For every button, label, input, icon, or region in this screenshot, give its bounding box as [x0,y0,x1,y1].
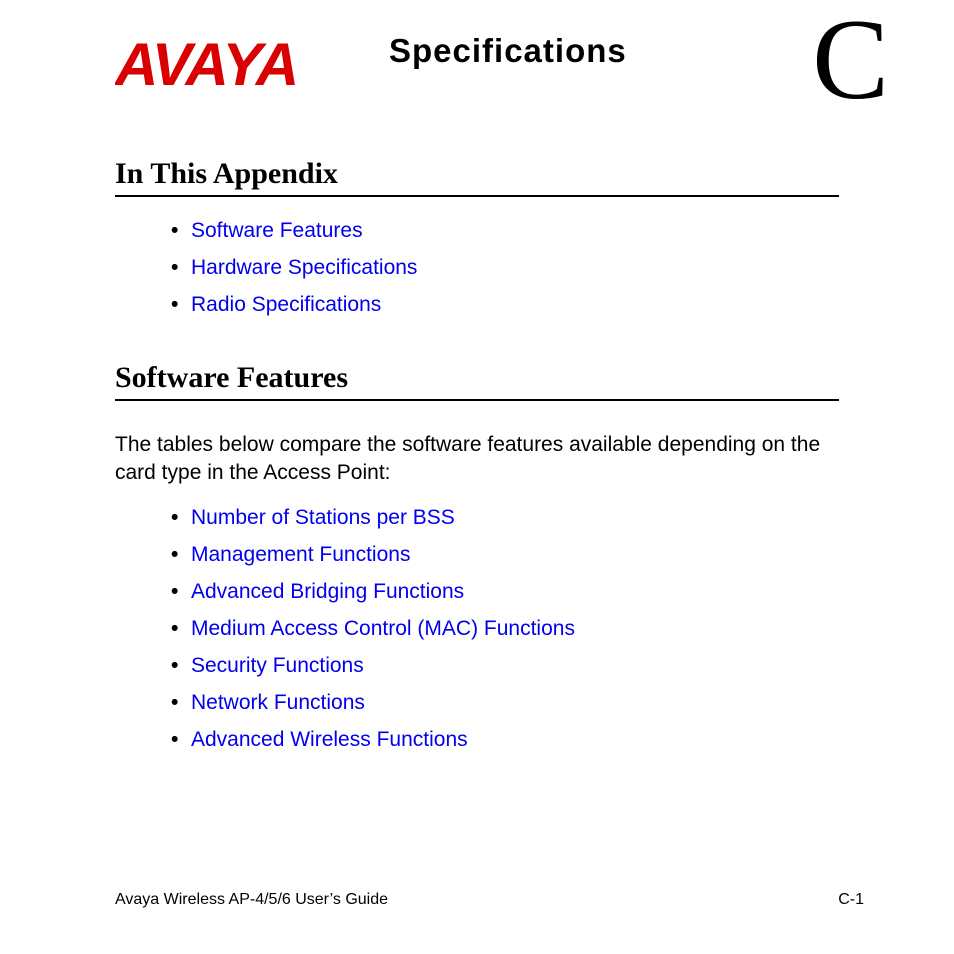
document-title: Specifications [389,32,812,70]
link-advanced-bridging[interactable]: Advanced Bridging Functions [191,580,464,603]
link-management-functions[interactable]: Management Functions [191,543,410,566]
section-in-this-appendix: In This Appendix Software Features Hardw… [115,157,839,317]
avaya-logo: AVAYA [115,30,377,107]
heading-in-this-appendix: In This Appendix [115,157,839,197]
section-software-features: Software Features The tables below compa… [115,361,839,752]
link-hardware-specifications[interactable]: Hardware Specifications [191,256,417,279]
list-item: Advanced Wireless Functions [171,728,839,752]
heading-software-features: Software Features [115,361,839,401]
page-footer: Avaya Wireless AP-4/5/6 User’s Guide C-1 [115,891,864,909]
link-software-features[interactable]: Software Features [191,219,363,242]
appendix-letter: C [812,20,889,101]
software-body-text: The tables below compare the software fe… [115,431,839,488]
link-stations-per-bss[interactable]: Number of Stations per BSS [191,506,455,529]
link-network-functions[interactable]: Network Functions [191,691,365,714]
list-item: Hardware Specifications [171,256,839,280]
list-item: Software Features [171,219,839,243]
link-advanced-wireless[interactable]: Advanced Wireless Functions [191,728,468,751]
list-item: Advanced Bridging Functions [171,580,839,604]
list-item: Network Functions [171,691,839,715]
software-link-list: Number of Stations per BSS Management Fu… [115,506,839,752]
list-item: Management Functions [171,543,839,567]
footer-left: Avaya Wireless AP-4/5/6 User’s Guide [115,891,388,909]
header-row: AVAYA Specifications C [115,30,839,107]
list-item: Radio Specifications [171,293,839,317]
link-mac-functions[interactable]: Medium Access Control (MAC) Functions [191,617,575,640]
page-content: AVAYA Specifications C In This Appendix … [0,0,954,752]
list-item: Security Functions [171,654,839,678]
link-security-functions[interactable]: Security Functions [191,654,364,677]
list-item: Medium Access Control (MAC) Functions [171,617,839,641]
footer-right: C-1 [838,891,864,909]
list-item: Number of Stations per BSS [171,506,839,530]
svg-text:AVAYA: AVAYA [115,31,297,98]
appendix-link-list: Software Features Hardware Specification… [115,219,839,317]
link-radio-specifications[interactable]: Radio Specifications [191,293,381,316]
